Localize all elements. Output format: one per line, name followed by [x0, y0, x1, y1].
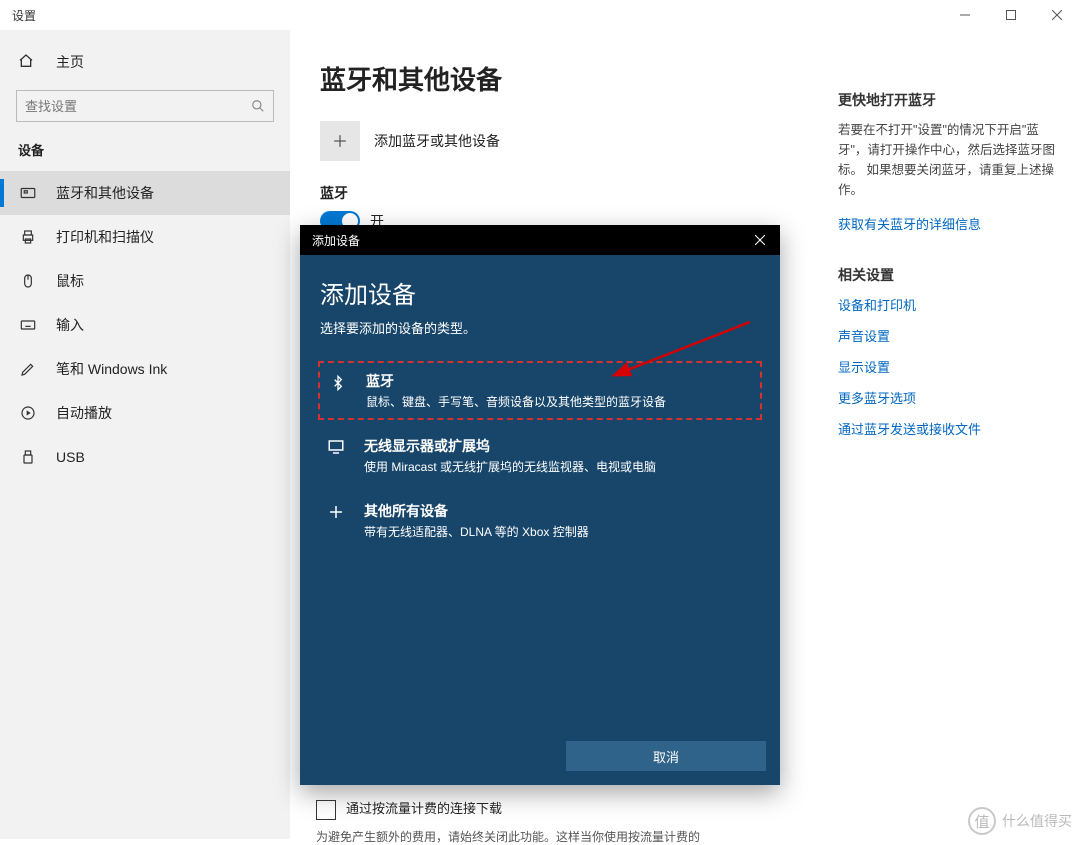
minimize-button[interactable] [942, 0, 988, 30]
printer-icon [18, 229, 38, 245]
option-desc: 带有无线适配器、DLNA 等的 Xbox 控制器 [364, 523, 589, 540]
add-device-label: 添加蓝牙或其他设备 [374, 131, 500, 151]
metered-download-checkbox[interactable]: 通过按流量计费的连接下载 [316, 798, 502, 820]
watermark-badge: 值 [968, 807, 996, 835]
home-link[interactable]: 主页 [0, 42, 290, 82]
window-controls [942, 0, 1080, 30]
option-title: 蓝牙 [366, 371, 666, 391]
usb-icon [18, 449, 38, 465]
sidebar-item-mouse[interactable]: 鼠标 [0, 259, 290, 303]
fast-bt-title: 更快地打开蓝牙 [838, 90, 1058, 110]
display-icon [324, 438, 348, 475]
sidebar-item-label: 打印机和扫描仪 [56, 227, 154, 247]
watermark-text: 什么值得买 [1002, 811, 1072, 831]
related-settings-title: 相关设置 [838, 265, 1058, 285]
dialog-heading: 添加设备 [320, 275, 760, 310]
link-display-settings[interactable]: 显示设置 [838, 357, 1058, 376]
link-sound-settings[interactable]: 声音设置 [838, 326, 1058, 345]
autoplay-icon [18, 405, 38, 421]
keyboard-icon [18, 317, 38, 333]
sidebar-item-pen[interactable]: 笔和 Windows Ink [0, 347, 290, 391]
metered-note: 为避免产生额外的费用，请始终关闭此功能。这样当你使用按流量计费的 [316, 828, 700, 845]
checkbox-icon [316, 800, 336, 820]
search-icon [243, 99, 273, 113]
dialog-option-everything-else[interactable]: 其他所有设备 带有无线适配器、DLNA 等的 Xbox 控制器 [320, 493, 760, 548]
option-desc: 鼠标、键盘、手写笔、音频设备以及其他类型的蓝牙设备 [366, 393, 666, 410]
bluetooth-icon [326, 373, 350, 410]
sidebar-item-typing[interactable]: 输入 [0, 303, 290, 347]
metered-label: 通过按流量计费的连接下载 [346, 801, 502, 816]
option-title: 其他所有设备 [364, 501, 589, 521]
maximize-button[interactable] [988, 0, 1034, 30]
dialog-option-wireless-display[interactable]: 无线显示器或扩展坞 使用 Miracast 或无线扩展坞的无线监视器、电视或电脑 [320, 428, 760, 483]
close-button[interactable] [1034, 0, 1080, 30]
sidebar-item-label: 鼠标 [56, 271, 84, 291]
search-box[interactable] [16, 90, 274, 122]
sidebar-item-bluetooth[interactable]: 蓝牙和其他设备 [0, 171, 290, 215]
title-bar: 设置 [0, 0, 1080, 30]
right-column: 更快地打开蓝牙 若要在不打开"设置"的情况下开启"蓝牙"，请打开操作中心，然后选… [838, 90, 1058, 450]
sidebar-item-printers[interactable]: 打印机和扫描仪 [0, 215, 290, 259]
home-icon [18, 53, 38, 72]
window-title: 设置 [0, 7, 36, 24]
sidebar-item-label: 输入 [56, 315, 84, 335]
option-desc: 使用 Miracast 或无线扩展坞的无线监视器、电视或电脑 [364, 458, 656, 475]
sidebar: 主页 设备 蓝牙和其他设备 打印机和扫描仪 鼠标 输入 笔和 Windows I [0, 30, 290, 839]
pen-icon [18, 361, 38, 377]
fast-bt-text: 若要在不打开"设置"的情况下开启"蓝牙"，请打开操作中心，然后选择蓝牙图标。 如… [838, 120, 1058, 200]
plus-icon [324, 503, 348, 540]
category-label: 设备 [0, 140, 290, 171]
dialog-option-bluetooth[interactable]: 蓝牙 鼠标、键盘、手写笔、音频设备以及其他类型的蓝牙设备 [318, 361, 762, 420]
search-input[interactable] [17, 99, 243, 114]
option-title: 无线显示器或扩展坞 [364, 436, 656, 456]
dialog-close-button[interactable] [740, 225, 780, 255]
mouse-icon [18, 273, 38, 289]
link-more-bt-options[interactable]: 更多蓝牙选项 [838, 388, 1058, 407]
add-icon [320, 121, 360, 161]
dialog-title-bar: 添加设备 [300, 225, 780, 255]
watermark: 值 什么值得买 [968, 807, 1072, 835]
link-devices-printers[interactable]: 设备和打印机 [838, 295, 1058, 314]
cancel-button[interactable]: 取消 [566, 741, 766, 771]
link-send-receive-bt[interactable]: 通过蓝牙发送或接收文件 [838, 419, 1058, 438]
sidebar-item-label: 自动播放 [56, 403, 112, 423]
dialog-subtitle: 选择要添加的设备的类型。 [320, 318, 760, 337]
home-label: 主页 [56, 52, 84, 72]
sidebar-item-label: 蓝牙和其他设备 [56, 183, 154, 203]
sidebar-item-autoplay[interactable]: 自动播放 [0, 391, 290, 435]
add-device-dialog: 添加设备 添加设备 选择要添加的设备的类型。 蓝牙 鼠标、键盘、手写笔、音频设备… [300, 225, 780, 785]
sidebar-item-label: 笔和 Windows Ink [56, 359, 167, 379]
dialog-title: 添加设备 [312, 232, 360, 249]
bluetooth-devices-icon [18, 184, 38, 202]
sidebar-item-label: USB [56, 449, 85, 465]
link-bt-details[interactable]: 获取有关蓝牙的详细信息 [838, 214, 1058, 233]
sidebar-item-usb[interactable]: USB [0, 435, 290, 479]
